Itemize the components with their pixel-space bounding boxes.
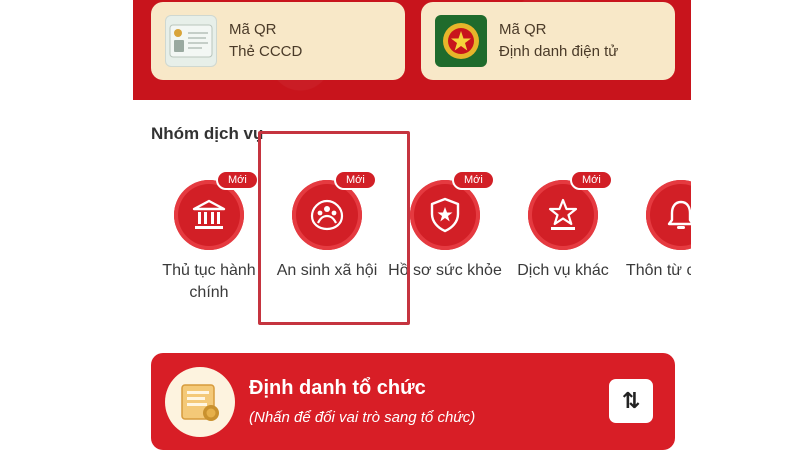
bell-icon (667, 200, 691, 229)
org-identity-banner[interactable]: Định danh tổ chức (Nhấn để đổi vai trò s… (151, 353, 675, 450)
service-thu-tuc-hanh-chinh[interactable]: Mới Thủ tục hành chính (149, 170, 269, 304)
service-label: Thôn từ cơ nhà (625, 262, 691, 279)
section-title: Nhóm dịch vụ (151, 124, 264, 143)
star-podium-icon (548, 198, 578, 230)
building-icon (192, 199, 226, 229)
new-badge: Mới (216, 170, 259, 190)
qr-card-cccd[interactable]: Mã QR Thẻ CCCD (151, 2, 405, 80)
health-shield-icon (430, 197, 460, 233)
qr-card-cccd-title: Mã QR (229, 21, 277, 38)
service-thong-tin[interactable]: Thôn từ cơ nhà (621, 180, 691, 282)
phone-screen: Mã QR Thẻ CCCD Mã QR Định danh điện tử N… (133, 0, 691, 450)
police-emblem-icon (435, 15, 487, 67)
qr-card-dinh-danh[interactable]: Mã QR Định danh điện tử (421, 2, 675, 80)
qr-card-dinh-danh-title: Mã QR (499, 21, 547, 38)
certificate-icon (165, 366, 235, 437)
org-banner-title: Định danh tổ chức (249, 376, 426, 399)
swap-arrows-icon: ⇅ (621, 388, 641, 413)
header-band: Mã QR Thẻ CCCD Mã QR Định danh điện tử (133, 0, 691, 100)
qr-card-cccd-subtitle: Thẻ CCCD (229, 43, 303, 60)
service-label: Dịch vụ khác (517, 262, 609, 279)
service-dich-vu-khac[interactable]: Mới Dịch vụ khác (503, 170, 623, 282)
new-badge: Mới (570, 170, 613, 190)
qr-card-dinh-danh-subtitle: Định danh điện tử (499, 43, 619, 60)
id-card-icon (165, 15, 217, 67)
new-badge: Mới (452, 170, 495, 190)
highlight-frame (258, 131, 410, 325)
switch-role-button[interactable]: ⇅ (609, 379, 653, 423)
org-banner-subtitle: (Nhấn để đổi vai trò sang tổ chức) (249, 408, 476, 426)
service-label: Thủ tục hành chính (162, 262, 256, 301)
